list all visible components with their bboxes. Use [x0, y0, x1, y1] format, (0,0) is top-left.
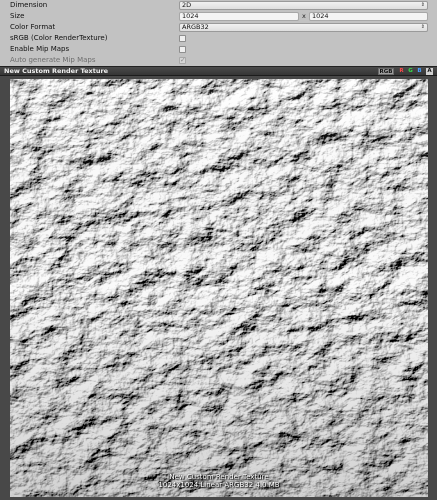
size-height-field[interactable]: 1024: [309, 12, 428, 21]
channel-r-button[interactable]: R: [398, 68, 405, 75]
dropdown-arrow-icon: ⇕: [420, 24, 425, 30]
dropdown-arrow-icon: ⇕: [420, 2, 425, 8]
preview-viewport[interactable]: New Custom Render Texture 1024x1024 Line…: [0, 76, 437, 500]
size-height-value: 1024: [312, 12, 329, 20]
dimension-row: Dimension 2D ⇕: [0, 0, 437, 11]
color-format-value: ARGB32: [182, 23, 209, 31]
srgb-label: sRGB (Color RenderTexture): [10, 34, 108, 42]
preview-caption-info: 1024x1024 Linear ARGB32 4.0 MB: [158, 481, 280, 489]
channel-rgb-button[interactable]: RGB: [378, 68, 394, 75]
dimension-label: Dimension: [10, 1, 48, 9]
preview-header: New Custom Render Texture RGB R G B A: [0, 66, 437, 76]
dimension-value: 2D: [182, 1, 192, 9]
color-format-row: Color Format ARGB32 ⇕: [0, 22, 437, 33]
render-texture-inspector: Dimension 2D ⇕ Size 1024 x 1024 Color Fo…: [0, 0, 437, 66]
srgb-row: sRGB (Color RenderTexture): [0, 33, 437, 44]
render-texture-preview: New Custom Render Texture 1024x1024 Line…: [10, 79, 428, 497]
auto-mips-checkbox[interactable]: ✓: [179, 56, 186, 64]
size-row: Size 1024 x 1024: [0, 11, 437, 22]
checkmark-icon: ✓: [180, 56, 186, 64]
channel-b-button[interactable]: B: [416, 68, 423, 75]
preview-caption-name: New Custom Render Texture: [169, 473, 269, 481]
preview-title: New Custom Render Texture: [4, 67, 109, 75]
auto-mips-label: Auto generate Mip Maps: [10, 56, 96, 64]
mipmaps-row: Enable Mip Maps: [0, 44, 437, 55]
size-separator: x: [302, 12, 306, 20]
noise-texture-image: [10, 79, 428, 497]
auto-mips-row: Auto generate Mip Maps ✓: [0, 55, 437, 66]
channel-a-button[interactable]: A: [426, 68, 433, 75]
size-width-field[interactable]: 1024: [179, 12, 299, 21]
size-label: Size: [10, 12, 25, 20]
color-format-label: Color Format: [10, 23, 56, 31]
color-format-dropdown[interactable]: ARGB32 ⇕: [179, 23, 428, 32]
srgb-checkbox[interactable]: [179, 35, 186, 42]
channel-g-button[interactable]: G: [407, 68, 414, 75]
mipmaps-label: Enable Mip Maps: [10, 45, 70, 53]
size-width-value: 1024: [182, 12, 199, 20]
dimension-dropdown[interactable]: 2D ⇕: [179, 1, 428, 10]
mipmaps-checkbox[interactable]: [179, 46, 186, 53]
